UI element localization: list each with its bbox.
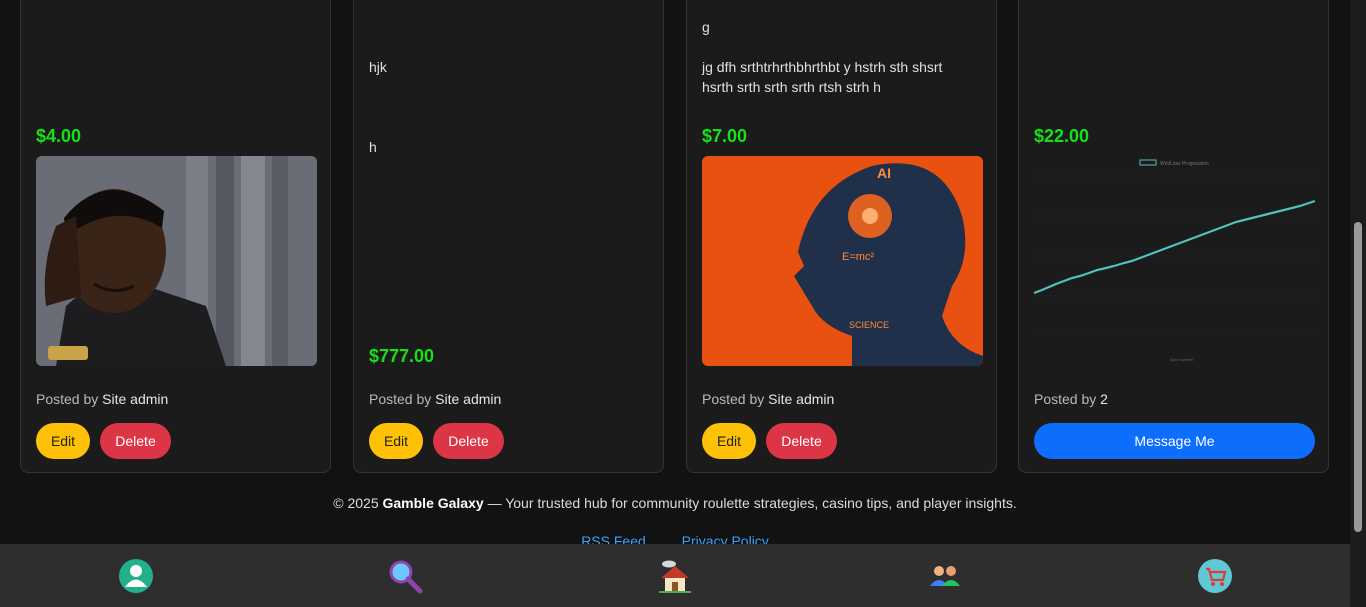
author-name[interactable]: Site admin [435,391,501,407]
home-icon[interactable] [657,558,693,594]
delete-button[interactable]: Delete [766,423,837,459]
tagline: — Your trusted hub for community roulett… [487,495,1017,511]
listing-text: h [369,139,377,155]
posted-by: Posted by 2 [1034,391,1108,407]
listing-image[interactable]: AI E=mc² SCIENCE [702,156,983,366]
copyright-text: © 2025 [333,495,379,511]
community-icon[interactable] [927,558,963,594]
scrollbar-thumb[interactable] [1354,222,1362,532]
author-name[interactable]: 2 [1100,391,1108,407]
listing-text: jg dfh srthtrhrthbhrthbt y hstrh sth shs… [702,59,947,95]
posted-by-label: Posted by [702,391,765,407]
search-icon[interactable] [387,558,423,594]
page-content: $4.00 Posted by Site admin Edit Delete h… [0,0,1350,607]
svg-text:E=mc²: E=mc² [842,251,874,263]
scrollbar[interactable] [1350,0,1366,607]
cart-icon[interactable] [1197,558,1233,594]
posted-by: Posted by Site admin [36,391,168,407]
posted-by: Posted by Site admin [369,391,501,407]
edit-button[interactable]: Edit [702,423,756,459]
posted-by-label: Posted by [369,391,432,407]
listing-card: g jg dfh srthtrhrthbhrthbt y hstrh sth s… [686,0,997,473]
listing-price: $22.00 [1034,126,1090,146]
listing-price: $7.00 [702,126,748,146]
svg-text:AI: AI [877,165,891,181]
author-name[interactable]: Site admin [102,391,168,407]
delete-button[interactable]: Delete [100,423,171,459]
author-name[interactable]: Site admin [768,391,834,407]
listing-card: hjk h $777.00 Posted by Site admin Edit … [353,0,664,473]
listing-grid: $4.00 Posted by Site admin Edit Delete h… [0,0,1350,474]
chart-x-axis-label: Spin Number [1170,357,1194,362]
listing-price: $4.00 [36,126,82,146]
delete-button[interactable]: Delete [433,423,504,459]
listing-card: $22.00 Win/Loss Progression Spin Number [1018,0,1329,473]
edit-button[interactable]: Edit [36,423,90,459]
listing-text: g [702,19,710,35]
svg-text:SCIENCE: SCIENCE [849,320,889,330]
profile-icon[interactable] [118,558,154,594]
edit-button[interactable]: Edit [369,423,423,459]
posted-by-label: Posted by [1034,391,1097,407]
message-me-button[interactable]: Message Me [1034,423,1315,459]
listing-price: $777.00 [369,346,435,366]
chart-svg: Win/Loss Progression Spin Number [1034,159,1315,362]
footer-copyright: © 2025 Gamble Galaxy — Your trusted hub … [0,495,1350,511]
posted-by-label: Posted by [36,391,99,407]
listing-text: hjk [369,59,387,75]
chart-legend-label: Win/Loss Progression [1160,161,1209,167]
posted-by: Posted by Site admin [702,391,834,407]
listing-card: $4.00 Posted by Site admin Edit Delete [20,0,331,473]
listing-image[interactable] [36,156,317,366]
brand-name: Gamble Galaxy [382,495,484,511]
bottom-navigation [0,544,1350,607]
listing-chart-image[interactable]: Win/Loss Progression Spin Number [1034,156,1315,366]
